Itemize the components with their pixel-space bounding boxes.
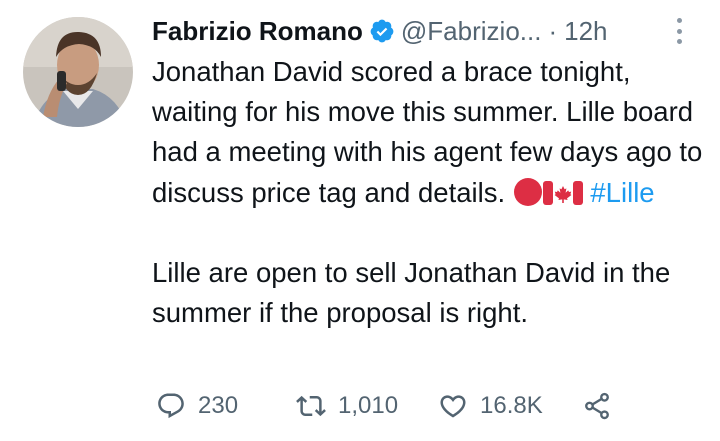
like-button[interactable]: 16.8K xyxy=(438,388,543,424)
tweet-timestamp[interactable]: 12h xyxy=(564,16,607,47)
tweet-body: Jonathan David scored a brace tonight, w… xyxy=(152,52,712,333)
reply-count: 230 xyxy=(198,392,239,419)
retweet-count: 1,010 xyxy=(338,392,399,419)
reply-icon xyxy=(158,393,184,419)
tweet-actions: 230 1,010 16.8K xyxy=(152,388,712,424)
author-avatar[interactable] xyxy=(23,17,133,127)
retweet-icon xyxy=(296,395,326,417)
tweet-paragraph-1: Jonathan David scored a brace tonight, w… xyxy=(152,52,712,213)
reply-button[interactable]: 230 xyxy=(156,388,238,424)
tweet-header: Fabrizio Romano @Fabrizio... · 12h xyxy=(152,14,692,48)
share-icon xyxy=(585,392,609,420)
red-circle-icon xyxy=(513,177,542,206)
tweet-paragraph-2: Lille are open to sell Jonathan David in… xyxy=(152,256,671,329)
retweet-button[interactable]: 1,010 xyxy=(296,388,398,424)
avatar-image xyxy=(23,17,133,127)
author-name[interactable]: Fabrizio Romano xyxy=(152,16,363,47)
like-count: 16.8K xyxy=(480,392,543,419)
more-options-icon[interactable] xyxy=(672,18,686,44)
author-handle[interactable]: @Fabrizio... xyxy=(401,16,542,47)
heart-icon xyxy=(440,395,466,418)
canada-flag-icon xyxy=(542,180,583,205)
header-separator: · xyxy=(548,15,558,46)
hashtag-link[interactable]: #Lille xyxy=(590,177,654,208)
verified-badge-icon xyxy=(370,19,394,43)
share-button[interactable] xyxy=(582,388,612,424)
